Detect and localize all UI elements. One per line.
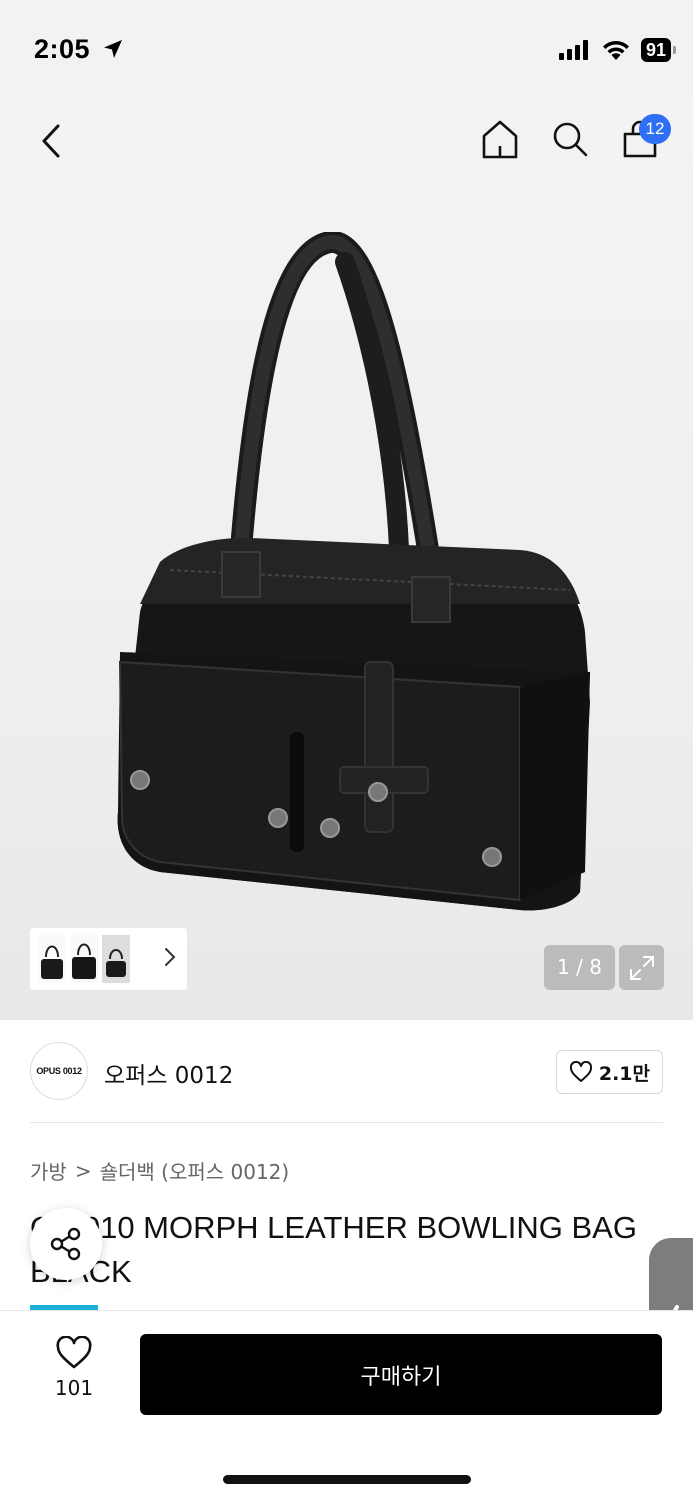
location-arrow-icon [104, 40, 122, 58]
product-title: OP 010 MORPH LEATHER BOWLING BAG BLACK [30, 1210, 637, 1289]
brand-like-count: 2.1만 [598, 1062, 650, 1085]
expand-icon [629, 955, 654, 980]
heart-icon [56, 1335, 92, 1369]
signal-icon [558, 40, 588, 60]
status-indicators: 91 [558, 38, 677, 62]
status-time: 2:05 [34, 34, 91, 64]
status-bar: 2:05 91 [0, 0, 693, 100]
search-icon [553, 122, 588, 157]
heart-icon [569, 1061, 592, 1082]
back-button[interactable] [34, 118, 74, 164]
thumbnail[interactable] [38, 935, 66, 983]
breadcrumb-subcategory[interactable]: 숄더백 (오퍼스 0012) [100, 1156, 290, 1185]
breadcrumb-category[interactable]: 가방 [30, 1156, 67, 1185]
chevron-right-icon[interactable] [163, 946, 177, 968]
wifi-icon [602, 40, 629, 60]
thumbnail[interactable] [70, 935, 98, 983]
buy-button[interactable]: 구매하기 [140, 1334, 662, 1415]
cart-button[interactable]: 12 [619, 114, 671, 162]
home-icon [482, 120, 518, 159]
thumbnail-strip[interactable] [30, 928, 187, 990]
brand-name[interactable]: 오퍼스 0012 [104, 1056, 233, 1090]
image-page-indicator: 1 / 8 [544, 945, 615, 990]
brand-logo[interactable]: OPUS 0012 [30, 1042, 88, 1100]
battery-indicator: 91 [640, 38, 677, 62]
breadcrumb-separator: > [74, 1158, 92, 1183]
divider [30, 1122, 663, 1123]
thumbnail[interactable] [102, 935, 130, 983]
back-icon [42, 124, 60, 158]
wishlist-count: 101 [54, 1376, 94, 1400]
expand-button[interactable] [619, 945, 664, 990]
home-button[interactable] [479, 116, 521, 162]
brand-row: OPUS 0012 오퍼스 0012 2.1만 [30, 1040, 663, 1104]
breadcrumb: 가방 > 숄더백 (오퍼스 0012) [30, 1156, 289, 1185]
search-button[interactable] [549, 116, 591, 162]
brand-like-button[interactable]: 2.1만 [555, 1050, 663, 1094]
wishlist-button[interactable]: 101 [44, 1335, 104, 1400]
product-image[interactable] [100, 232, 600, 922]
share-button[interactable] [30, 1208, 102, 1280]
cart-count-badge: 12 [639, 114, 671, 144]
share-icon [50, 1227, 81, 1261]
home-indicator [223, 1475, 471, 1484]
header-actions: 12 [479, 114, 671, 162]
